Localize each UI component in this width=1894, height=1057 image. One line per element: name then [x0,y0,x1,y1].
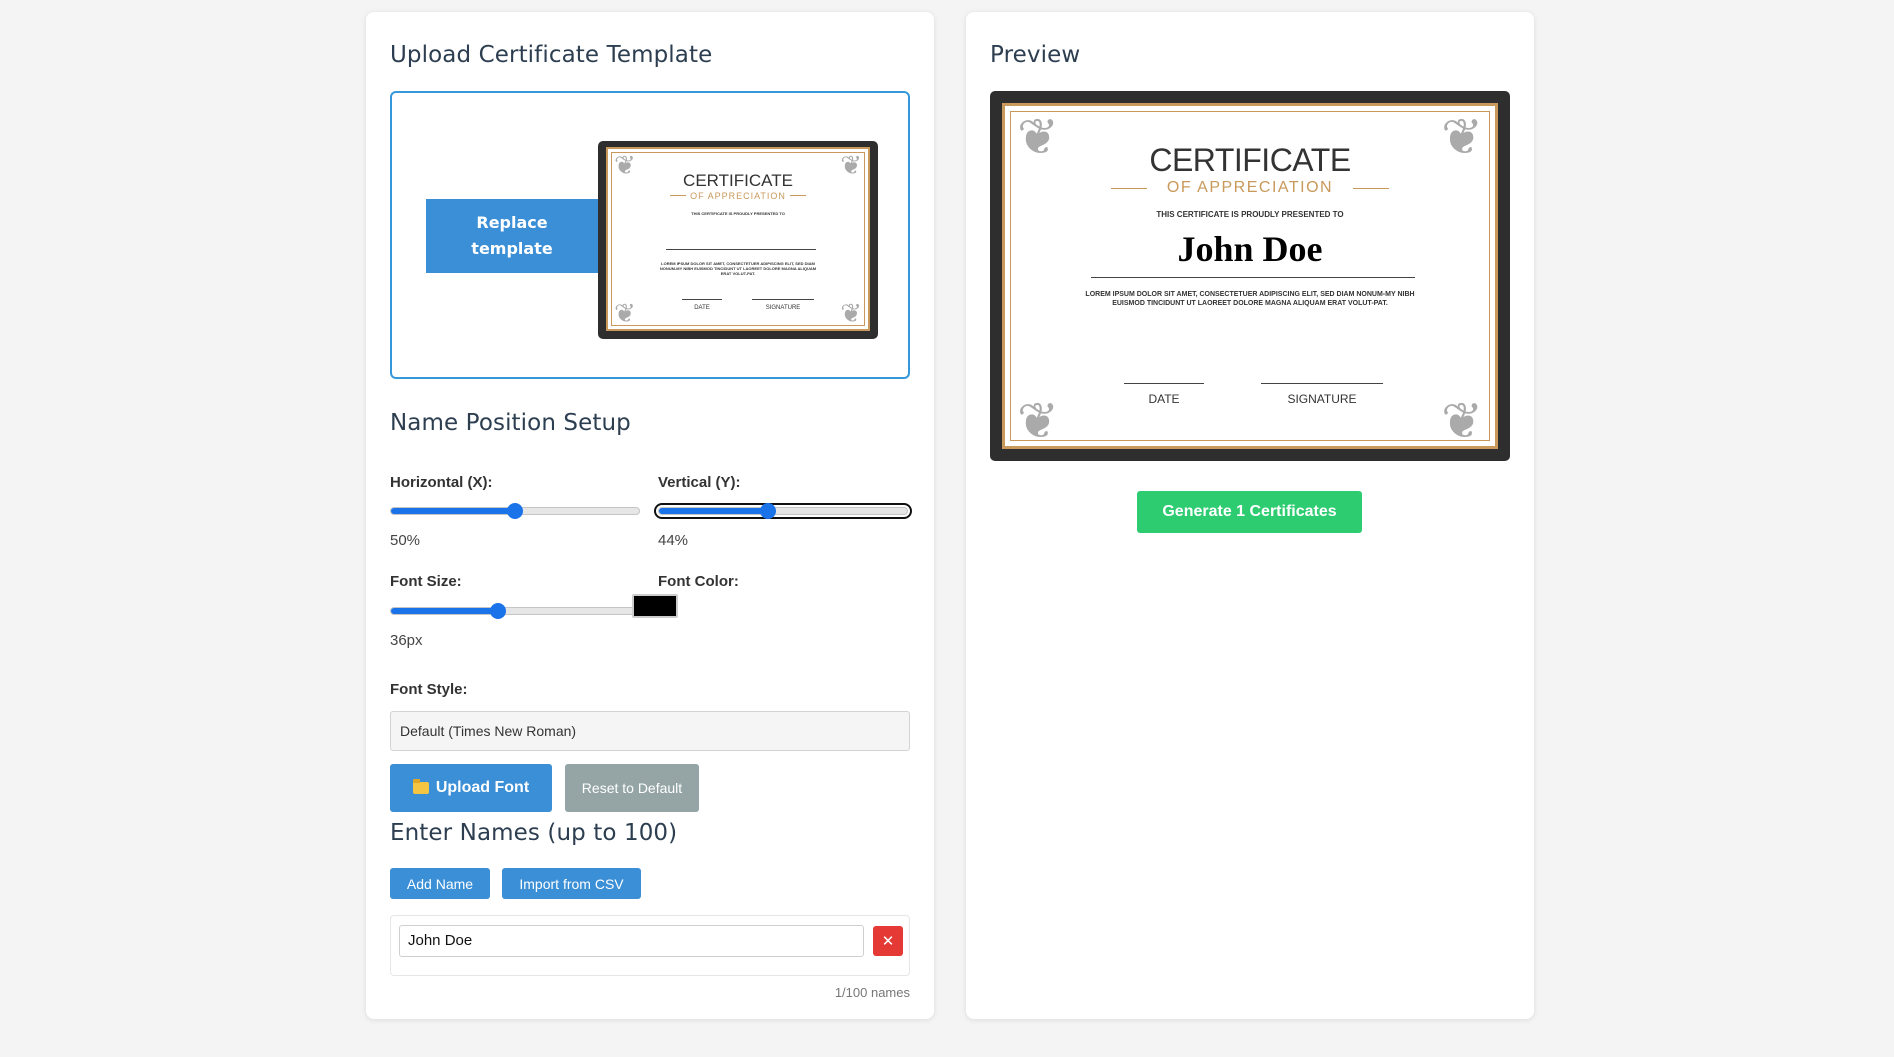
template-upload-area[interactable]: Replace template ❦ ❦ ❦ ❦ CERTIFICATE OF … [390,91,910,379]
delete-name-button[interactable]: ✕ [873,926,903,956]
horizontal-slider-thumb[interactable] [507,503,523,519]
thumb-cert-body: LOREM IPSUM DOLOR SIT AMET, CONSECTETUER… [659,261,817,276]
preview-panel: Preview ❦ ❦ ❦ ❦ CERTIFICATE OF APPRECIAT… [966,12,1534,1019]
cert-date: DATE [1148,392,1180,406]
import-csv-button[interactable]: Import from CSV [502,868,641,899]
font-size-slider-fill [391,608,498,614]
upload-title: Upload Certificate Template [390,42,713,68]
upload-font-label: Upload Font [435,779,530,796]
font-color-picker[interactable] [632,594,678,618]
add-name-button[interactable]: Add Name [390,868,490,899]
close-icon: ✕ [881,932,895,950]
name-input[interactable]: John Doe [399,925,864,957]
cert-presented: THIS CERTIFICATE IS PROUDLY PRESENTED TO [1156,210,1344,219]
cert-signature: SIGNATURE [1287,392,1357,406]
thumb-cert-date: DATE [694,305,710,311]
preview-title: Preview [990,42,1081,68]
upload-font-button[interactable]: Upload Font [390,764,552,812]
names-title: Enter Names (up to 100) [390,820,678,846]
names-count: 1/100 names [834,985,910,1000]
cert-title: CERTIFICATE [1149,142,1351,178]
cert-subtitle: OF APPRECIATION [1166,179,1334,196]
thumb-cert-title: CERTIFICATE [683,171,793,190]
font-size-label: Font Size: [390,573,462,590]
font-size-slider[interactable] [390,603,640,619]
font-style-select[interactable]: Default (Times New Roman) [390,711,910,751]
settings-panel: Upload Certificate Template Replace temp… [366,12,934,1019]
ornament-icon: ❦ [614,299,636,329]
ornament-icon: ❦ [1017,392,1059,450]
font-size-slider-thumb[interactable] [489,603,506,619]
font-size-value: 36px [390,632,423,649]
thumb-cert-presented: THIS CERTIFICATE IS PROUDLY PRESENTED TO [691,211,785,216]
generate-certificates-button[interactable]: Generate 1 Certificates [1137,491,1362,533]
reset-default-button[interactable]: Reset to Default [565,764,699,812]
position-title: Name Position Setup [390,410,631,436]
horizontal-label: Horizontal (X): [390,474,493,491]
cert-recipient-name: John Doe [1177,229,1323,269]
cert-body: LOREM IPSUM DOLOR SIT AMET, CONSECTETUER… [1085,291,1415,307]
template-thumbnail: ❦ ❦ ❦ ❦ CERTIFICATE OF APPRECIATION THIS… [598,141,878,339]
vertical-value: 44% [658,532,689,549]
names-list: John Doe ✕ [390,915,910,976]
horizontal-slider-fill [391,508,515,514]
certificate-preview: ❦ ❦ ❦ ❦ CERTIFICATE OF APPRECIATION THIS… [990,91,1510,461]
folder-icon [412,779,429,794]
horizontal-slider[interactable] [390,503,640,519]
horizontal-value: 50% [390,532,421,549]
font-color-label: Font Color: [658,573,739,590]
ornament-icon: ❦ [1441,392,1483,450]
vertical-slider[interactable] [654,503,912,519]
thumb-cert-subtitle: OF APPRECIATION [690,191,786,201]
vertical-slider-thumb[interactable] [760,503,777,519]
thumb-cert-signature: SIGNATURE [765,305,801,311]
replace-template-button[interactable]: Replace template [426,199,598,273]
vertical-slider-fill [659,508,769,514]
ornament-icon: ❦ [840,299,862,329]
vertical-label: Vertical (Y): [658,474,741,491]
font-style-label: Font Style: [390,681,468,698]
